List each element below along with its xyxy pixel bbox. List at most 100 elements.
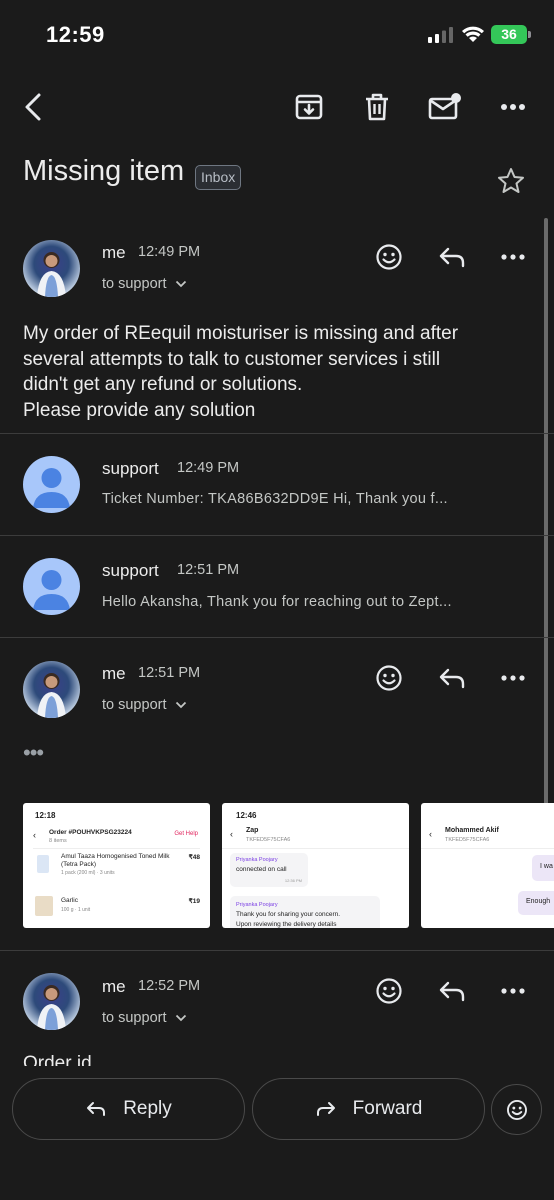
thumb-chat-text: connected on call: [236, 866, 287, 873]
top-toolbar: [0, 82, 554, 132]
thumb-agent-name: Priyanka Poojary: [236, 902, 278, 908]
show-quoted-text-button[interactable]: •••: [23, 740, 44, 766]
reply-all-button[interactable]: Reply: [12, 1078, 245, 1140]
reply-icon: [87, 1102, 106, 1116]
thumb-chat-text: Upon reviewing the delivery details: [236, 921, 337, 928]
sender-name: me: [102, 977, 126, 996]
emoji-icon: [506, 1099, 527, 1120]
divider: [0, 433, 554, 434]
thumb-chat-bubble: I wa: [532, 855, 554, 881]
status-time: 12:59: [46, 22, 105, 47]
recipients-toggle[interactable]: to support: [102, 276, 187, 292]
reply-button[interactable]: [436, 241, 468, 273]
mail-unread-icon: [428, 93, 461, 120]
inbox-label-chip[interactable]: Inbox: [195, 165, 242, 190]
divider: [0, 535, 554, 536]
thumb-chat-bubble: Priyanka Poojary Thank you for sharing y…: [230, 896, 380, 928]
avatar: [23, 661, 80, 718]
thumb-back-icon: ‹: [429, 829, 432, 839]
chevron-down-icon: [175, 1014, 186, 1022]
divider: [0, 637, 554, 638]
wifi-icon: [462, 26, 484, 42]
emoji-icon: [376, 978, 402, 1004]
add-reaction-button[interactable]: [373, 662, 405, 694]
thumb-item-price: ₹48: [188, 854, 200, 861]
thumb-help: Get Help: [174, 831, 198, 837]
chevron-down-icon: [175, 701, 186, 709]
emoji-icon: [376, 665, 402, 691]
battery-level: 36: [501, 26, 517, 42]
body-line: several attempts to talk to customer ser…: [23, 348, 441, 370]
emoji-reaction-button[interactable]: [491, 1084, 542, 1135]
attachment-thumbnail[interactable]: ‹ Mohammed Akif TKFED5F75CFA6 I wa Enoug…: [421, 803, 554, 928]
reply-icon: [439, 247, 465, 268]
emoji-icon: [376, 244, 402, 270]
back-arrow-icon: [25, 93, 41, 121]
thumb-item-price: ₹19: [188, 898, 200, 905]
mark-unread-button[interactable]: [428, 90, 462, 124]
message-more-button[interactable]: [497, 662, 529, 694]
message-time: 12:49 PM: [138, 244, 201, 260]
thumb-header: ‹ Mohammed Akif TKFED5F75CFA6: [421, 825, 554, 849]
message-body: My order of REequil moisturiser is missi…: [23, 321, 523, 423]
reply-button[interactable]: [436, 662, 468, 694]
sender-name: me: [102, 664, 126, 683]
thumb-chat-bubble: Priyanka Poojary connected on call 12:36…: [230, 853, 308, 887]
star-icon: [498, 168, 524, 193]
archive-icon: [295, 94, 323, 120]
recipients-toggle[interactable]: to support: [102, 697, 187, 713]
attachment-thumbnail[interactable]: 12:46 ‹ Zap TKFED5F75CFA6 Priyanka Pooja…: [222, 803, 409, 928]
body-line: My order of REequil moisturiser is missi…: [23, 323, 459, 344]
body-line: didn't get any refund or solutions.: [23, 374, 303, 395]
forward-button[interactable]: Forward: [252, 1078, 485, 1140]
star-button[interactable]: [496, 166, 526, 196]
more-horizontal-icon: [501, 104, 525, 110]
sender-name: support: [102, 561, 159, 580]
message-time: 12:52 PM: [138, 978, 201, 994]
avatar: [23, 558, 80, 615]
thumb-subtitle: TKFED5F75CFA6: [445, 837, 490, 843]
attachment-thumbnail[interactable]: 12:18 ‹ Order #POUHVKPSG23224 8 items Ge…: [23, 803, 210, 928]
scrollbar[interactable]: [544, 218, 548, 808]
chevron-down-icon: [175, 280, 186, 288]
message-more-button[interactable]: [497, 241, 529, 273]
attachment-strip[interactable]: 12:18 ‹ Order #POUHVKPSG23224 8 items Ge…: [23, 803, 554, 929]
thumb-header: ‹ Order #POUHVKPSG23224 8 items Get Help: [33, 827, 200, 849]
more-options-button[interactable]: [496, 90, 530, 124]
battery-icon: 36: [491, 25, 527, 44]
divider: [0, 950, 554, 951]
add-reaction-button[interactable]: [373, 241, 405, 273]
sender-name: support: [102, 459, 159, 478]
recipients-label: to support: [102, 1010, 167, 1026]
recipients-label: to support: [102, 276, 167, 292]
thumb-subtitle: 8 items: [49, 838, 67, 844]
reply-label: Reply: [123, 1098, 172, 1119]
thumb-item-meta: 100 g · 1 unit: [61, 907, 91, 913]
person-photo: [37, 252, 66, 297]
archive-button[interactable]: [292, 90, 326, 124]
back-button[interactable]: [16, 90, 50, 124]
forward-label: Forward: [352, 1098, 423, 1119]
message-more-button[interactable]: [497, 975, 529, 1007]
message-time: 12:51 PM: [177, 562, 240, 578]
message-snippet: Ticket Number: TKA86B632DD9E Hi, Thank y…: [102, 491, 448, 507]
battery-cap: [528, 31, 531, 38]
message-time: 12:51 PM: [138, 665, 201, 681]
reply-icon: [439, 668, 465, 689]
reply-button[interactable]: [436, 975, 468, 1007]
thumb-chat-text: Thank you for sharing your concern.: [236, 911, 341, 918]
reply-icon: [439, 981, 465, 1002]
thumb-agent-name: Priyanka Poojary: [236, 857, 278, 863]
thumb-title: Zap: [246, 827, 259, 834]
person-photo: [37, 673, 66, 718]
recipients-toggle[interactable]: to support: [102, 1010, 187, 1026]
more-horizontal-icon: [501, 988, 525, 994]
thumb-back-icon: ‹: [33, 830, 36, 840]
thumb-item-name: Amul Taaza Homogenised Toned Milk (Tetra…: [61, 853, 170, 868]
add-reaction-button[interactable]: [373, 975, 405, 1007]
thumb-subtitle: TKFED5F75CFA6: [246, 837, 291, 843]
thumb-status-time: 12:46: [236, 811, 257, 820]
avatar: [23, 240, 80, 297]
forward-icon: [316, 1102, 335, 1116]
delete-button[interactable]: [360, 90, 394, 124]
